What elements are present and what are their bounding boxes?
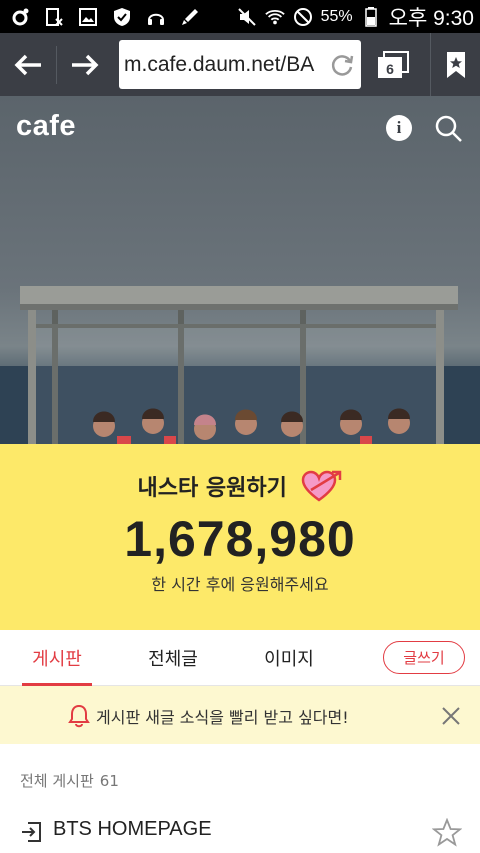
board-list-header: 전체 게시판 61 <box>20 770 119 791</box>
refresh-icon[interactable] <box>329 52 355 78</box>
tabs-icon: 6 <box>378 50 409 78</box>
tab-board[interactable]: 게시판 <box>22 630 92 686</box>
cafe-logo[interactable]: cafe <box>16 110 76 143</box>
forward-button[interactable] <box>57 33 113 96</box>
close-icon[interactable] <box>440 705 462 727</box>
tabs-button[interactable]: 6 <box>368 33 418 96</box>
status-bar: 55% 오후 9:30 <box>0 0 480 33</box>
sim-x-icon <box>44 7 64 27</box>
arrow-right-icon <box>72 54 99 75</box>
cafe-tabs: 게시판 전체글 이미지 글쓰기 <box>0 630 480 686</box>
notification-notice[interactable]: 게시판 새글 소식을 빨리 받고 싶다면! <box>0 686 480 744</box>
wifi-icon <box>264 7 285 27</box>
arrow-left-icon <box>14 54 41 75</box>
star-icon[interactable] <box>432 818 462 848</box>
battery-percent: 55% <box>320 7 353 25</box>
board-post-count: 61 <box>99 772 119 790</box>
address-bar[interactable]: m.cafe.daum.net/BA <box>119 40 361 89</box>
link-out-icon <box>22 822 41 842</box>
image-icon <box>78 7 98 27</box>
back-button[interactable] <box>0 33 56 96</box>
bookmark-button[interactable] <box>430 33 480 96</box>
bus-shelter-image <box>0 286 480 444</box>
banner-title: 내스타 응원하기 <box>137 476 287 501</box>
banner-title-row: 내스타 응원하기 <box>0 468 480 504</box>
search-icon[interactable] <box>434 114 464 144</box>
clock: 오후 9:30 <box>388 6 474 30</box>
mute-icon <box>237 7 257 27</box>
tab-all-posts[interactable]: 전체글 <box>138 630 208 686</box>
circle-icon <box>10 7 30 27</box>
list-item-title: BTS HOMEPAGE <box>53 818 212 840</box>
banner-subtitle: 한 시간 후에 응원해주세요 <box>151 575 329 594</box>
browser-toolbar: m.cafe.daum.net/BA 6 <box>0 33 480 96</box>
bookmark-icon <box>446 51 465 78</box>
url-text[interactable]: m.cafe.daum.net/BA <box>124 53 324 77</box>
heart-arrow-icon[interactable] <box>299 468 343 504</box>
headset-icon <box>146 7 166 27</box>
bell-icon <box>68 704 90 728</box>
cafe-hero-image: cafe i <box>0 96 480 444</box>
battery-icon <box>361 6 381 27</box>
brush-icon <box>180 7 200 27</box>
tab-count: 6 <box>386 61 394 77</box>
shield-icon <box>112 7 132 27</box>
do-not-disturb-icon <box>293 7 313 27</box>
star-support-banner: 내스타 응원하기 1,678,980 한 시간 후에 응원해주세요 <box>0 444 480 630</box>
tab-images[interactable]: 이미지 <box>254 630 324 686</box>
board-header-label: 전체 게시판 <box>20 772 94 790</box>
list-item[interactable]: BTS HOMEPAGE <box>0 808 480 853</box>
info-icon[interactable]: i <box>386 115 412 141</box>
write-post-button[interactable]: 글쓰기 <box>383 641 465 674</box>
notice-text: 게시판 새글 소식을 빨리 받고 싶다면! <box>96 708 349 727</box>
support-count: 1,678,980 <box>124 511 356 567</box>
